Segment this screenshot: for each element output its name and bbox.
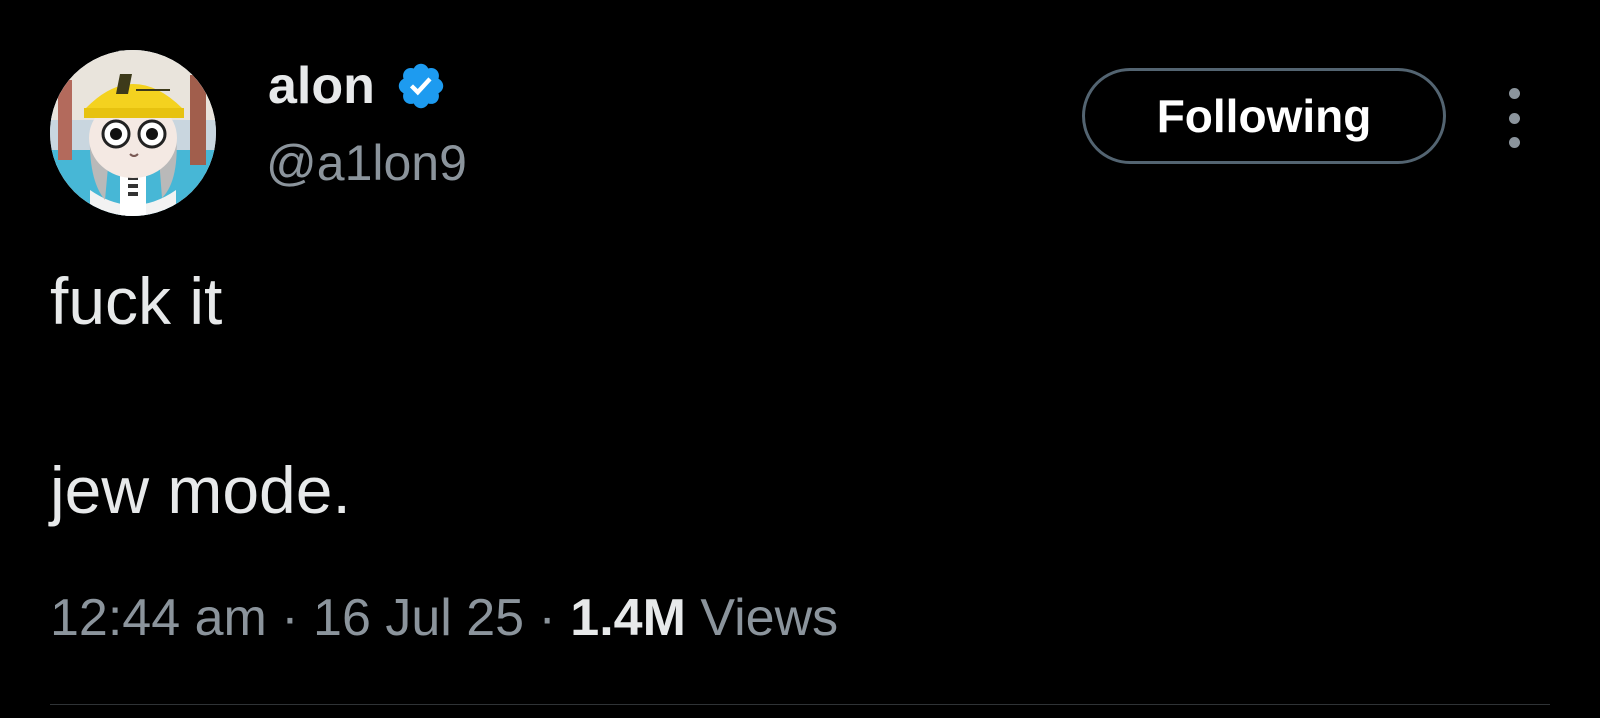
tweet-meta: 12:44 am · 16 Jul 25 · 1.4M Views: [50, 592, 838, 644]
views-label: Views: [700, 589, 839, 647]
author-name-row: alon: [268, 60, 447, 112]
meta-separator: ·: [524, 589, 571, 647]
following-button[interactable]: Following: [1082, 68, 1446, 164]
more-options-icon[interactable]: [1494, 88, 1534, 148]
more-dot: [1508, 137, 1520, 148]
tweet-line: fuck it: [50, 264, 223, 338]
author-handle[interactable]: @a1lon9: [266, 138, 467, 188]
tweet-line-break: [50, 341, 1550, 451]
tweet-line: jew mode.: [50, 453, 351, 528]
author-display-name[interactable]: alon: [268, 60, 375, 112]
divider: [50, 704, 1550, 705]
more-dot: [1508, 112, 1520, 124]
tweet-time[interactable]: 12:44 am: [50, 589, 267, 647]
tweet-date[interactable]: 16 Jul 25: [313, 589, 524, 647]
tweet-text: fuck it jew mode.: [50, 262, 1550, 530]
more-dot: [1508, 88, 1520, 99]
views-count[interactable]: 1.4M: [570, 589, 686, 647]
tweet-card: alon @a1lon9 Following fuck it jew mode.…: [0, 0, 1600, 718]
avatar[interactable]: [50, 50, 216, 216]
meta-separator: ·: [266, 589, 314, 647]
verified-badge-icon[interactable]: [395, 60, 447, 112]
avatar-image: [50, 50, 216, 216]
